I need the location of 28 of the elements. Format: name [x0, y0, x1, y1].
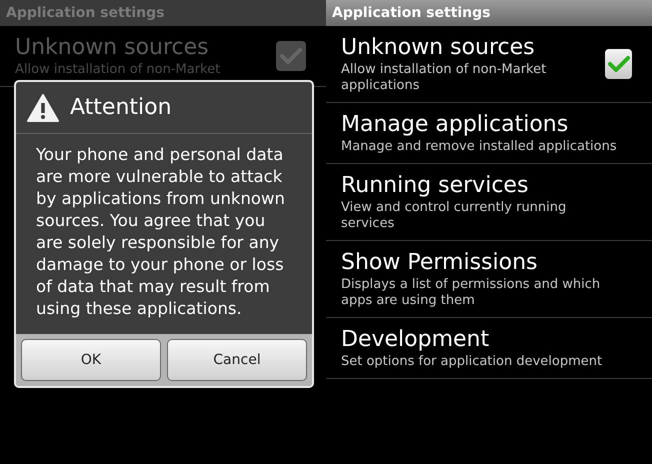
setting-summary: Manage and remove installed applications — [341, 139, 618, 155]
ok-button[interactable]: OK — [21, 339, 161, 381]
screen-title: Application settings — [332, 4, 491, 22]
setting-title: Show Permissions — [341, 249, 538, 277]
setting-title: Manage applications — [341, 111, 570, 139]
warning-icon — [26, 92, 60, 122]
dialog-message: Your phone and personal data are more vulnerable to attack by applications from unknown sources. You agree that you are solely responsible for any damage to your phone or loss of data that may result from using these applications. — [35, 144, 286, 320]
settings-item[interactable]: Running services View and control currently running services — [326, 164, 652, 241]
dialog-title: Attention — [70, 94, 172, 122]
setting-summary: Allow installation of non-Market applications — [341, 62, 548, 94]
setting-title: Development — [341, 326, 490, 354]
checkbox[interactable] — [276, 41, 306, 71]
cancel-button[interactable]: Cancel — [167, 339, 307, 381]
checkbox[interactable] — [605, 49, 632, 79]
settings-item[interactable]: Show Permissions Displays a list of permissions and which apps are using them — [326, 241, 652, 318]
settings-item[interactable]: Development Set options for application development — [326, 318, 652, 379]
setting-summary: Displays a list of permissions and which apps are using them — [341, 277, 602, 309]
settings-item[interactable]: Manage applications Manage and remove installed applications — [326, 103, 652, 164]
setting-title: Unknown sources — [15, 34, 210, 62]
screen-title: Application settings — [6, 4, 165, 22]
setting-summary: View and control currently running services — [341, 200, 568, 232]
setting-title: Unknown sources — [341, 34, 536, 62]
settings-item[interactable]: Unknown sources Allow installation of non-Market applications — [326, 26, 652, 103]
setting-title: Running services — [341, 172, 530, 200]
checkmark-icon — [608, 55, 630, 73]
setting-summary: Allow installation of non-Market — [15, 62, 222, 78]
checkmark-icon — [280, 47, 302, 65]
setting-summary: Set options for application development — [341, 354, 604, 370]
